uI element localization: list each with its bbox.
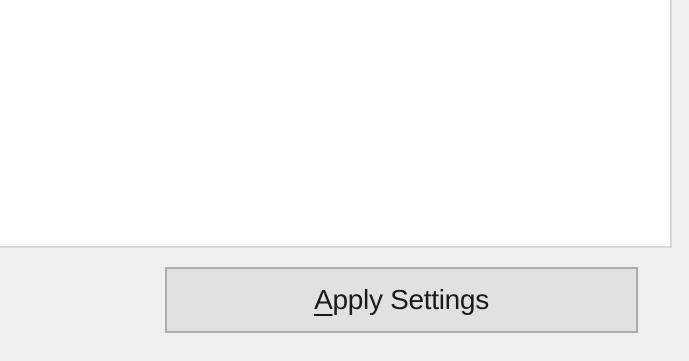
apply-settings-label: pply Settings bbox=[332, 284, 489, 315]
settings-dialog: Apply Settings bbox=[0, 0, 689, 361]
apply-settings-button[interactable]: Apply Settings bbox=[165, 267, 638, 333]
apply-settings-mnemonic: A bbox=[314, 284, 333, 315]
content-pane bbox=[0, 0, 672, 248]
